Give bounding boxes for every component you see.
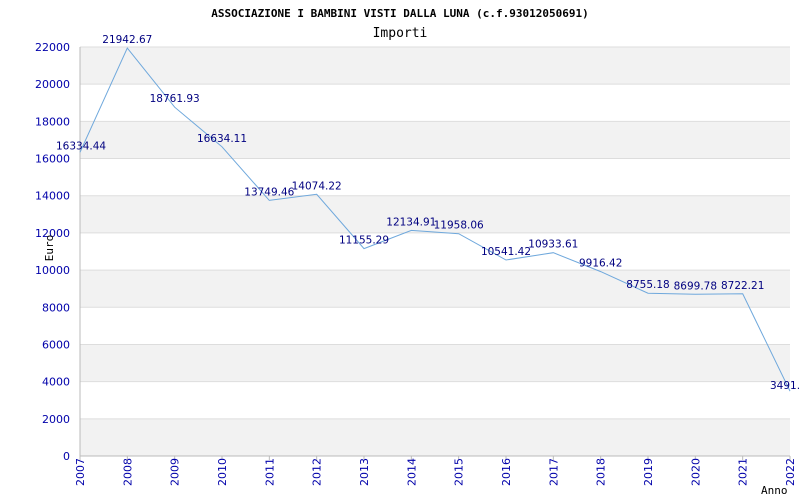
- data-label: 11155.29: [339, 235, 389, 247]
- data-label: 9916.42: [579, 258, 622, 270]
- y-tick-label: 6000: [42, 338, 70, 351]
- x-tick-label: 2022: [784, 458, 797, 486]
- x-tick-label: 2021: [737, 458, 750, 486]
- plot-band: [80, 418, 790, 456]
- x-tick-label: 2016: [500, 458, 513, 486]
- y-tick-label: 4000: [42, 376, 70, 389]
- plot-band: [80, 47, 790, 85]
- x-tick-label: 2018: [595, 458, 608, 486]
- x-tick-label: 2020: [689, 458, 702, 486]
- x-tick-label: 2008: [121, 458, 134, 486]
- data-label: 13749.46: [244, 186, 294, 198]
- x-tick-label: 2015: [453, 458, 466, 486]
- x-tick-label: 2011: [263, 458, 276, 486]
- data-label: 12134.91: [386, 216, 436, 228]
- x-tick-labels: 2007 2008 2009 2010 2011 2012 2013 2014 2015 2016…: [74, 458, 797, 486]
- x-tick-label: 2009: [169, 458, 182, 486]
- y-tick-label: 8000: [42, 301, 70, 314]
- y-tick-label: 20000: [35, 78, 70, 91]
- data-label: 21942.67: [102, 34, 152, 46]
- y-tick-label: 0: [63, 450, 70, 463]
- plot-band: [80, 344, 790, 382]
- data-label: 16634.11: [197, 133, 247, 145]
- x-tick-label: 2014: [405, 458, 418, 486]
- data-label: 8755.18: [626, 279, 669, 291]
- y-axis-label: Euro: [43, 235, 56, 262]
- plot-band: [80, 121, 790, 159]
- y-tick-label: 16000: [35, 153, 70, 166]
- y-tick-label: 2000: [42, 413, 70, 426]
- data-label: 16334.44: [56, 140, 106, 152]
- data-label: 10541.42: [481, 246, 531, 258]
- x-tick-label: 2012: [311, 458, 324, 486]
- data-label: 10933.61: [528, 239, 578, 251]
- y-tick-label: 14000: [35, 190, 70, 203]
- y-tick-label: 18000: [35, 115, 70, 128]
- data-label: 8722.21: [721, 280, 764, 292]
- axes: [79, 47, 791, 460]
- y-tick-label: 22000: [35, 41, 70, 54]
- data-label: 11958.06: [434, 220, 484, 232]
- chart-subtitle: Importi: [373, 26, 428, 41]
- x-axis-label: Anno: [761, 484, 788, 497]
- line-chart: 0200040006000800010000120001400016000180…: [35, 7, 800, 497]
- x-tick-label: 2019: [642, 458, 655, 486]
- data-label: 14074.22: [292, 180, 342, 192]
- chart-title: ASSOCIAZIONE I BAMBINI VISTI DALLA LUNA …: [211, 7, 589, 20]
- data-label: 3491.0: [770, 380, 800, 392]
- x-tick-label: 2007: [74, 458, 87, 486]
- data-label: 18761.93: [150, 93, 200, 105]
- plot-bands: [80, 47, 790, 456]
- x-tick-label: 2013: [358, 458, 371, 486]
- x-tick-label: 2010: [216, 458, 229, 486]
- y-tick-label: 10000: [35, 264, 70, 277]
- data-label: 8699.78: [674, 280, 717, 292]
- x-tick-label: 2017: [547, 458, 560, 486]
